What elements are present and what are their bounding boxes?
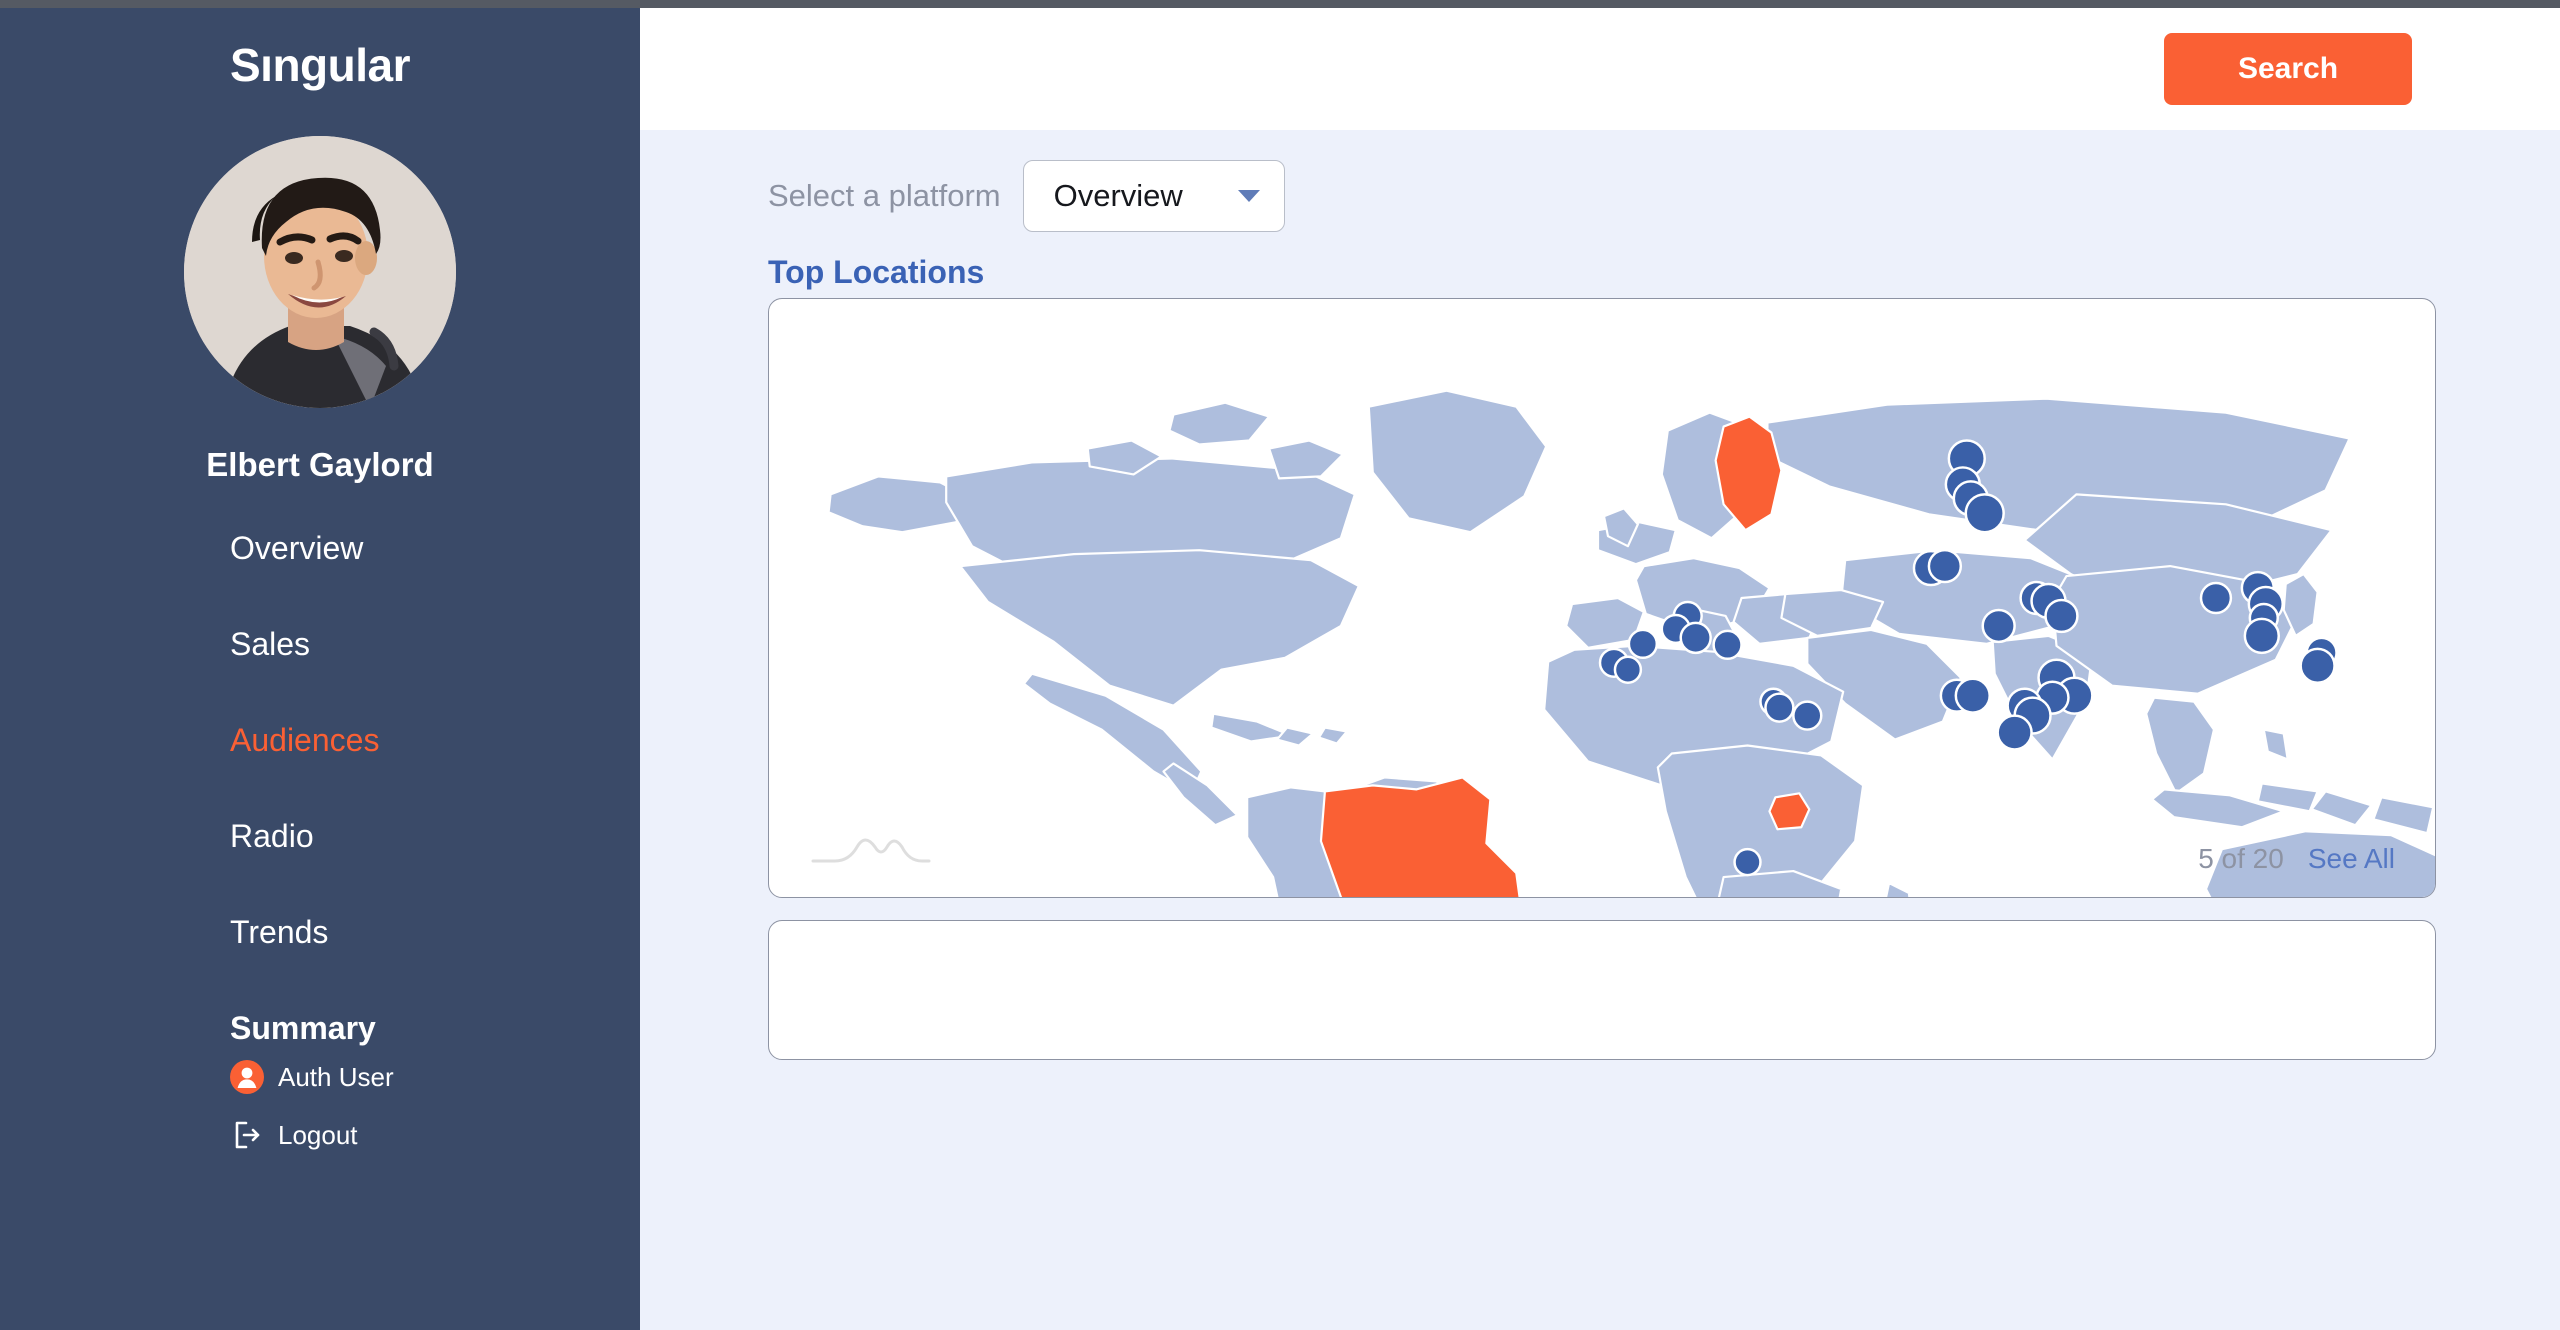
- sidebar-item-label: Auth User: [278, 1061, 394, 1092]
- main-content: Select a platform Overview Top Locations: [640, 130, 2560, 1330]
- map-marker[interactable]: [2243, 617, 2280, 655]
- avatar: [184, 136, 456, 408]
- sidebar-item-trends[interactable]: Trends: [230, 916, 640, 948]
- brand-logo: Sıngular: [229, 39, 411, 91]
- sidebar-section-summary: Summary: [230, 1010, 376, 1046]
- map-marker[interactable]: [1764, 692, 1795, 723]
- user-circle-icon: [230, 1060, 264, 1094]
- avatar-container: [0, 136, 640, 408]
- platform-label: Select a platform: [768, 178, 1001, 213]
- sidebar-item-radio[interactable]: Radio: [230, 820, 640, 852]
- map-marker[interactable]: [2299, 647, 2336, 684]
- logout-icon: [230, 1118, 264, 1152]
- map-marker[interactable]: [1954, 677, 1991, 714]
- map-marker[interactable]: [2199, 581, 2233, 615]
- platform-selector-row: Select a platform Overview: [640, 130, 2560, 232]
- world-map[interactable]: [769, 299, 2435, 897]
- map-marker[interactable]: [1627, 628, 1659, 660]
- map-marker[interactable]: [1733, 847, 1762, 877]
- map-marker[interactable]: [1996, 714, 2033, 751]
- top-header: Search: [640, 8, 2560, 130]
- platform-select[interactable]: Overview: [1022, 160, 1285, 232]
- map-marker[interactable]: [2044, 598, 2079, 634]
- map-marker[interactable]: [1613, 655, 1643, 684]
- map-marker[interactable]: [1792, 700, 1823, 731]
- map-marker[interactable]: [1679, 621, 1712, 655]
- sidebar-item-audiences[interactable]: Audiences: [230, 724, 640, 756]
- sidebar: Sıngular Elbert Gaylord Overview Sales A…: [0, 8, 640, 1330]
- map-marker[interactable]: [1927, 548, 1963, 584]
- map-marker[interactable]: [1981, 608, 2016, 644]
- platform-select-value: Overview: [1053, 178, 1183, 213]
- browser-chrome-strip: [0, 0, 2560, 8]
- sidebar-nav: Overview Sales Audiences Radio Trends Su…: [0, 532, 640, 1152]
- result-count: 5 of 20: [2198, 843, 2284, 874]
- map-card-footer: 5 of 20 See All: [2198, 843, 2395, 875]
- user-name: Elbert Gaylord: [206, 446, 434, 483]
- sidebar-item-label: Logout: [278, 1119, 358, 1150]
- search-button[interactable]: Search: [2164, 33, 2412, 105]
- avatar-image: [184, 136, 456, 408]
- map-marker[interactable]: [1712, 629, 1743, 661]
- app-root: Sıngular Elbert Gaylord Overview Sales A…: [0, 0, 2560, 1330]
- wave-logo-icon: [811, 835, 931, 869]
- page-title: Top Locations: [768, 254, 985, 290]
- top-locations-map-card: 5 of 20 See All: [768, 298, 2436, 898]
- sidebar-item-logout[interactable]: Logout: [230, 1118, 640, 1152]
- chevron-down-icon: [1237, 190, 1260, 202]
- secondary-card: [768, 920, 2436, 1060]
- map-marker[interactable]: [1964, 493, 2005, 534]
- sidebar-item-auth-user[interactable]: Auth User: [230, 1060, 640, 1094]
- see-all-link[interactable]: See All: [2308, 843, 2395, 875]
- sidebar-item-overview[interactable]: Overview: [230, 532, 640, 564]
- sidebar-item-sales[interactable]: Sales: [230, 628, 640, 660]
